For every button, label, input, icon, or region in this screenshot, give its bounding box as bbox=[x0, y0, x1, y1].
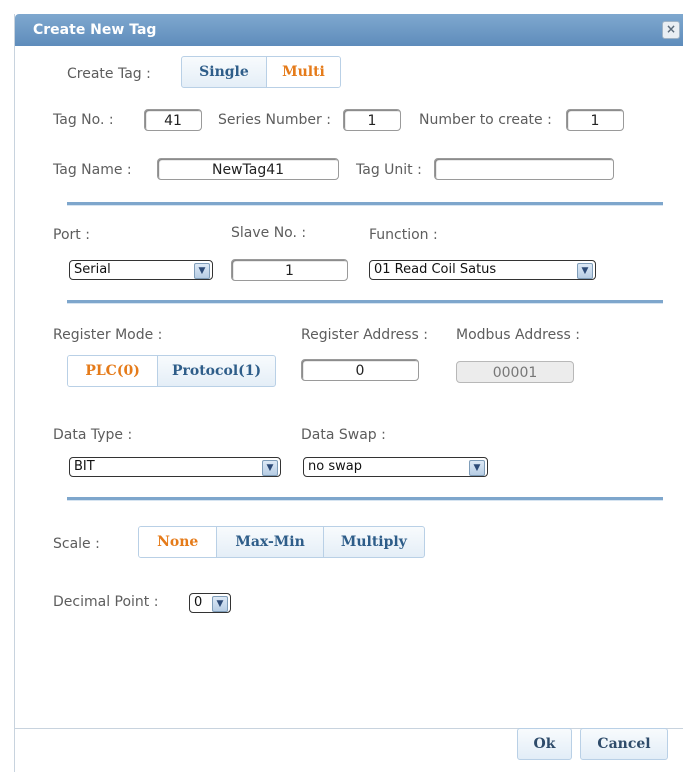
tag-name-input[interactable]: NewTag41 bbox=[157, 158, 339, 180]
modbus-address-field: 00001 bbox=[456, 361, 574, 383]
chevron-down-icon: ▼ bbox=[212, 596, 228, 612]
port-select[interactable]: Serial ▼ bbox=[69, 260, 213, 280]
decimal-point-label: Decimal Point : bbox=[53, 594, 159, 610]
tag-name-label: Tag Name : bbox=[53, 162, 132, 178]
chevron-down-icon: ▼ bbox=[262, 460, 278, 476]
chevron-down-icon: ▼ bbox=[577, 263, 593, 279]
section-divider bbox=[67, 497, 663, 501]
number-to-create-label: Number to create : bbox=[419, 112, 552, 128]
cancel-button[interactable]: Cancel bbox=[580, 728, 668, 760]
series-number-label: Series Number : bbox=[218, 112, 331, 128]
register-mode-label: Register Mode : bbox=[53, 327, 163, 343]
register-mode-plc-button[interactable]: PLC(0) bbox=[68, 356, 158, 386]
function-select-value: 01 Read Coil Satus bbox=[374, 262, 497, 277]
ok-button[interactable]: Ok bbox=[517, 728, 572, 760]
data-type-select-value: BIT bbox=[74, 459, 95, 474]
port-select-value: Serial bbox=[74, 262, 111, 277]
register-address-label: Register Address : bbox=[301, 327, 429, 343]
data-swap-select[interactable]: no swap ▼ bbox=[303, 457, 488, 477]
section-divider bbox=[67, 202, 663, 206]
chevron-down-icon: ▼ bbox=[469, 460, 485, 476]
create-tag-single-button[interactable]: Single bbox=[182, 57, 266, 87]
scale-none-button[interactable]: None bbox=[139, 527, 217, 557]
data-swap-select-value: no swap bbox=[308, 459, 362, 474]
slave-no-input[interactable]: 1 bbox=[231, 259, 348, 281]
tag-no-label: Tag No. : bbox=[53, 112, 114, 128]
data-swap-label: Data Swap : bbox=[301, 427, 386, 443]
scale-max-min-button[interactable]: Max-Min bbox=[216, 527, 322, 557]
data-type-select[interactable]: BIT ▼ bbox=[69, 457, 281, 477]
create-tag-multi-button[interactable]: Multi bbox=[265, 57, 340, 87]
dialog-title: Create New Tag bbox=[33, 22, 157, 38]
slave-no-label: Slave No. : bbox=[231, 225, 307, 241]
modbus-address-label: Modbus Address : bbox=[456, 327, 580, 343]
number-to-create-input[interactable]: 1 bbox=[566, 109, 624, 131]
section-divider bbox=[67, 300, 663, 304]
scale-label: Scale : bbox=[53, 536, 100, 552]
create-tag-toggle: Single Multi bbox=[181, 56, 341, 88]
register-mode-toggle: PLC(0) Protocol(1) bbox=[67, 355, 276, 387]
register-address-input[interactable]: 0 bbox=[301, 359, 419, 381]
decimal-point-select[interactable]: 0 ▼ bbox=[189, 593, 231, 613]
port-label: Port : bbox=[53, 227, 90, 243]
tag-no-input[interactable]: 41 bbox=[144, 109, 202, 131]
create-new-tag-dialog: Create New Tag × Create Tag : Single Mul… bbox=[14, 14, 683, 772]
register-mode-protocol-button[interactable]: Protocol(1) bbox=[157, 356, 275, 386]
function-label: Function : bbox=[369, 227, 438, 243]
tag-unit-input[interactable] bbox=[434, 158, 614, 180]
decimal-point-select-value: 0 bbox=[194, 595, 203, 610]
tag-unit-label: Tag Unit : bbox=[356, 162, 422, 178]
series-number-input[interactable]: 1 bbox=[343, 109, 401, 131]
close-icon[interactable]: × bbox=[662, 21, 680, 39]
chevron-down-icon: ▼ bbox=[194, 263, 210, 279]
scale-toggle: None Max-Min Multiply bbox=[138, 526, 425, 558]
data-type-label: Data Type : bbox=[53, 427, 133, 443]
dialog-titlebar[interactable]: Create New Tag bbox=[15, 14, 683, 46]
function-select[interactable]: 01 Read Coil Satus ▼ bbox=[369, 260, 596, 280]
scale-multiply-button[interactable]: Multiply bbox=[322, 527, 424, 557]
create-tag-label: Create Tag : bbox=[67, 66, 151, 82]
